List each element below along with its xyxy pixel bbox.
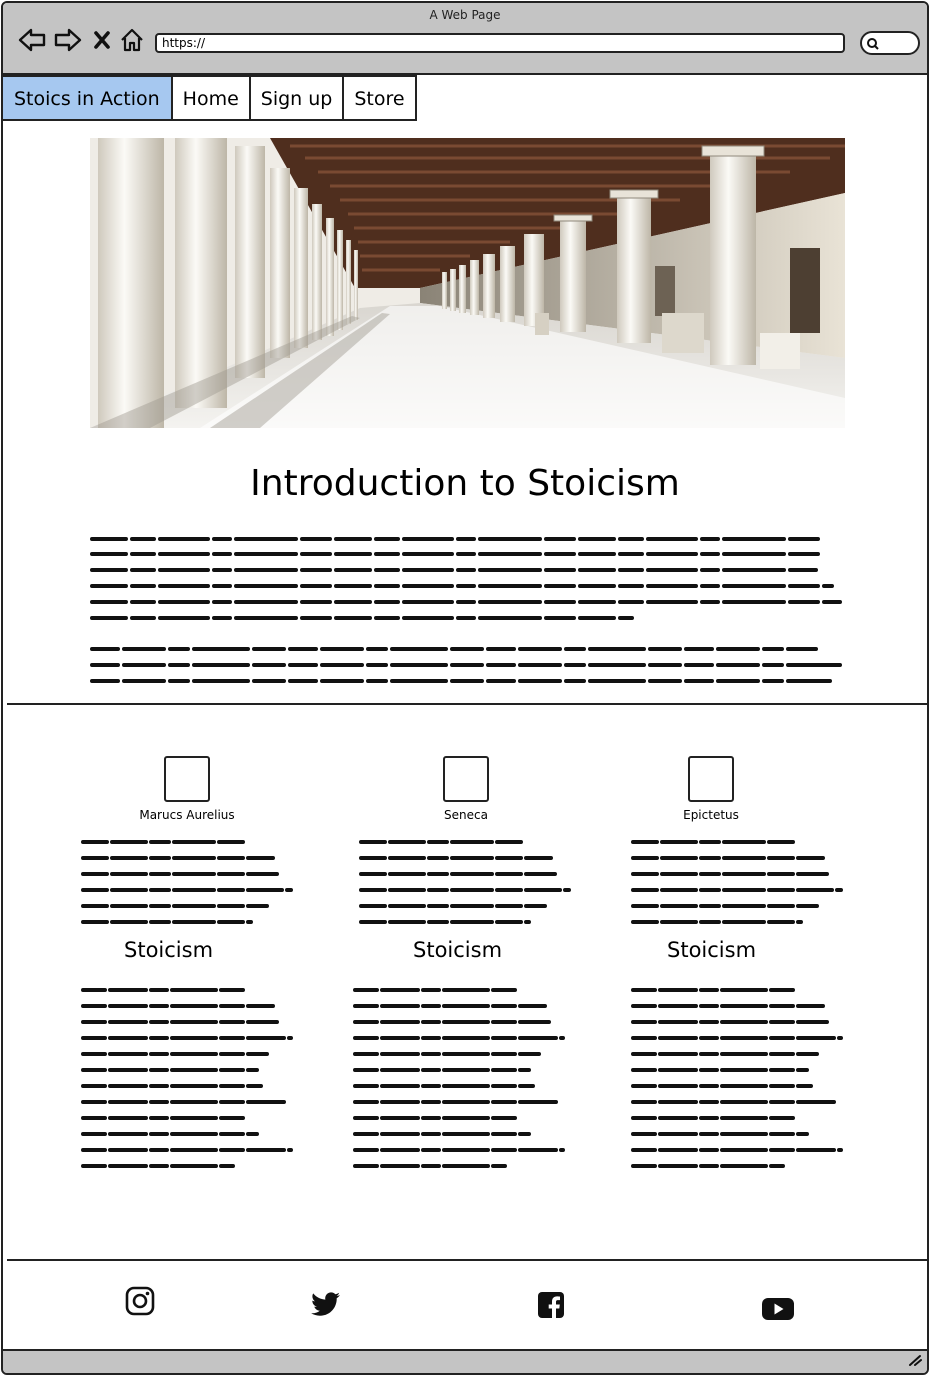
site-nav: Stoics in Action Home Sign up Store xyxy=(3,75,417,121)
column-heading: Stoicism xyxy=(124,938,214,962)
portrait-placeholder xyxy=(688,756,734,802)
section-divider xyxy=(7,703,927,705)
portrait-placeholder xyxy=(164,756,210,802)
search-icon xyxy=(867,38,879,50)
philosopher-card: Seneca xyxy=(366,756,566,822)
tab-store[interactable]: Store xyxy=(342,77,415,119)
tab-home[interactable]: Home xyxy=(170,77,249,119)
hero-image xyxy=(90,138,845,428)
home-icon[interactable] xyxy=(118,25,146,55)
column-2-body xyxy=(353,983,568,1169)
philosopher-name: Epictetus xyxy=(683,808,739,822)
tab-stoics-in-action[interactable]: Stoics in Action xyxy=(3,77,171,119)
portrait-placeholder xyxy=(443,756,489,802)
philosopher-name: Seneca xyxy=(444,808,488,822)
column-1-summary xyxy=(81,835,296,927)
forward-icon[interactable] xyxy=(53,25,83,55)
youtube-icon[interactable] xyxy=(758,1291,798,1327)
column-heading: Stoicism xyxy=(667,938,757,962)
twitter-icon[interactable] xyxy=(307,1287,345,1323)
philosopher-name: Marucs Aurelius xyxy=(139,808,235,822)
instagram-icon[interactable] xyxy=(122,1283,158,1319)
back-icon[interactable] xyxy=(17,25,47,55)
address-bar[interactable]: https:// xyxy=(155,33,845,53)
resize-grip-icon[interactable] xyxy=(908,1354,922,1370)
philosopher-card: Epictetus xyxy=(611,756,811,822)
facebook-icon[interactable] xyxy=(533,1287,569,1323)
philosopher-card: Marucs Aurelius xyxy=(87,756,287,822)
page-title: Introduction to Stoicism xyxy=(250,463,680,504)
browser-status-bar xyxy=(3,1349,927,1373)
intro-paragraph-1 xyxy=(90,531,845,623)
close-icon[interactable] xyxy=(91,25,113,55)
browser-toolbar: A Web Page https:// xyxy=(3,3,927,75)
tab-sign-up[interactable]: Sign up xyxy=(248,77,343,119)
browser-window: A Web Page https:// Stoics in Action Hom… xyxy=(1,1,929,1375)
column-3-summary xyxy=(631,835,846,927)
column-heading: Stoicism xyxy=(413,938,503,962)
intro-paragraph-2 xyxy=(90,643,845,687)
column-2-summary xyxy=(359,835,574,927)
column-1-body xyxy=(81,983,296,1169)
column-3-body xyxy=(631,983,846,1169)
window-title: A Web Page xyxy=(429,8,501,22)
browser-search-field[interactable] xyxy=(860,31,920,55)
footer-divider xyxy=(7,1259,927,1261)
